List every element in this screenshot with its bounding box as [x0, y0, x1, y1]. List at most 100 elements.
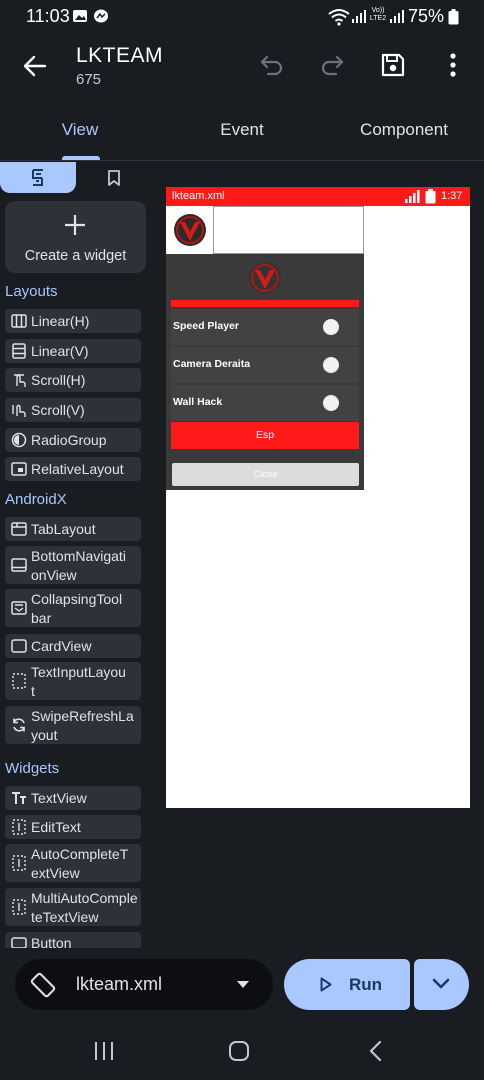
palette-item-tablayout[interactable]: TabLayout [5, 517, 141, 541]
palette-item-label: BottomNavigati [31, 548, 126, 564]
back-arrow-icon[interactable] [22, 53, 48, 79]
linear-horizontal-icon [11, 314, 27, 328]
plus-icon [65, 215, 85, 235]
preview-row-wall-hack[interactable]: Wall Hack [171, 385, 359, 421]
palette-item-label-cont: onView [31, 567, 77, 583]
palette-item-swiperefreshlayout[interactable]: SwipeRefreshLa yout [5, 706, 141, 744]
palette-item-cardview[interactable]: CardView [5, 634, 141, 658]
preview-battery-icon [425, 189, 436, 204]
preview-row-camera-deraita[interactable]: Camera Deraita [171, 347, 359, 383]
palette-item-label: CardView [31, 638, 92, 654]
palette-item-label-cont: yout [31, 727, 58, 743]
palette-item-label-cont: t [31, 683, 35, 699]
palette-item-label: EditText [31, 819, 81, 835]
preview-row-label: Wall Hack [173, 396, 223, 408]
tab-event[interactable]: Event [192, 120, 292, 140]
project-title: LKTEAM [76, 44, 164, 67]
preview-row-label: Speed Player [173, 320, 239, 332]
palette-item-autocompletetextview[interactable]: AutoCompleteT extView [5, 844, 141, 882]
signal-icon [352, 10, 366, 23]
preview-close-button[interactable]: Close [172, 463, 359, 486]
palette-item-label: SwipeRefreshLa [31, 708, 134, 724]
palette-item-label: AutoCompleteT [31, 846, 129, 862]
tab-view[interactable]: View [30, 120, 130, 140]
tab-component[interactable]: Component [346, 120, 462, 140]
run-button[interactable] [284, 959, 410, 1010]
camera-deraita-switch[interactable] [323, 357, 339, 373]
palette-item-radiogroup[interactable]: RadioGroup [5, 428, 141, 452]
relative-layout-icon [11, 462, 27, 476]
palette-item-label: Scroll(V) [31, 402, 85, 418]
back-nav-icon[interactable] [368, 1040, 382, 1062]
card-view-icon [11, 639, 27, 653]
multi-autocomplete-icon [12, 899, 26, 915]
preview-logo-imageview[interactable] [166, 206, 214, 254]
text-input-layout-icon [12, 673, 26, 689]
palette-item-label: CollapsingTool [31, 591, 123, 607]
preview-row-label: Camera Deraita [173, 358, 251, 370]
collapsing-toolbar-icon [11, 601, 27, 615]
dropdown-arrow-icon [237, 981, 249, 988]
palette-item-label-cont: bar [31, 610, 52, 626]
home-icon[interactable] [228, 1040, 250, 1062]
recent-apps-icon[interactable] [93, 1041, 115, 1061]
tab-layout-icon [11, 522, 27, 536]
palette-item-textview[interactable]: TextView [5, 786, 141, 810]
team-logo-icon [174, 214, 206, 246]
preview-row-speed-player[interactable]: Speed Player [171, 309, 359, 345]
battery-percentage: 75% [408, 6, 445, 26]
scroll-vertical-icon [12, 404, 26, 417]
palette-item-relativelayout[interactable]: RelativeLayout [5, 457, 141, 481]
tab-divider [0, 160, 484, 161]
palette-item-label-cont: teTextView [31, 909, 99, 925]
swipe-refresh-icon [13, 718, 25, 732]
palette-item-button[interactable]: Button [5, 932, 141, 948]
linear-vertical-icon [12, 343, 26, 359]
palette-item-scroll-h[interactable]: Scroll(H) [5, 368, 141, 392]
signal-lte-icon [390, 10, 404, 23]
wall-hack-switch[interactable] [323, 395, 339, 411]
palette-item-scroll-v[interactable]: Scroll(V) [5, 398, 141, 422]
preview-red-divider [171, 300, 359, 307]
run-options-button[interactable] [414, 959, 469, 1010]
palette-tab-widgets[interactable] [0, 162, 76, 193]
text-view-icon [12, 792, 26, 804]
preview-esp-button[interactable]: Esp [171, 422, 359, 449]
palette-item-linear-v[interactable]: Linear(V) [5, 339, 141, 363]
palette-item-multiautocompletetextview[interactable]: MultiAutoComple teTextView [5, 888, 141, 926]
palette-tab-bookmarks[interactable] [80, 162, 148, 193]
button-icon [11, 937, 27, 948]
palette-item-label: TextView [31, 790, 87, 806]
palette-item-label: Scroll(H) [31, 372, 86, 388]
palette-item-bottomnavigationview[interactable]: BottomNavigati onView [5, 546, 141, 584]
palette-item-textinputlayout[interactable]: TextInputLayou t [5, 662, 141, 700]
panel-logo-icon [249, 262, 281, 294]
widgets-palette-icon [32, 169, 43, 186]
preview-status-filename: lkteam.xml [172, 190, 225, 202]
run-button-label: Run [349, 975, 383, 994]
palette-item-linear-h[interactable]: Linear(H) [5, 309, 141, 333]
undo-icon[interactable] [259, 53, 285, 77]
lte-label: Vo)) LTE2 [369, 7, 387, 22]
preview-signal-icon [405, 190, 420, 203]
scroll-horizontal-icon [14, 374, 26, 387]
palette-item-label: RadioGroup [31, 432, 107, 448]
speed-player-switch[interactable] [323, 319, 339, 335]
section-header-layouts: Layouts [5, 283, 58, 300]
autocomplete-icon [12, 855, 26, 871]
bottom-navigation-icon [11, 558, 27, 572]
gallery-notification-icon [73, 10, 87, 22]
project-id: 675 [76, 71, 102, 88]
screen-rotation-icon [30, 972, 56, 998]
palette-item-label: Linear(H) [31, 313, 90, 329]
status-time: 11:03 [26, 6, 70, 26]
redo-icon[interactable] [319, 53, 345, 77]
play-icon [320, 977, 332, 992]
palette-item-edittext[interactable]: EditText [5, 815, 141, 839]
more-vert-icon[interactable] [444, 52, 462, 78]
save-icon[interactable] [380, 52, 406, 78]
messenger-notification-icon [94, 9, 108, 23]
toolbar [0, 34, 484, 102]
palette-item-collapsingtoolbar[interactable]: CollapsingTool bar [5, 589, 141, 627]
palette-item-label: TextInputLayou [31, 664, 126, 680]
